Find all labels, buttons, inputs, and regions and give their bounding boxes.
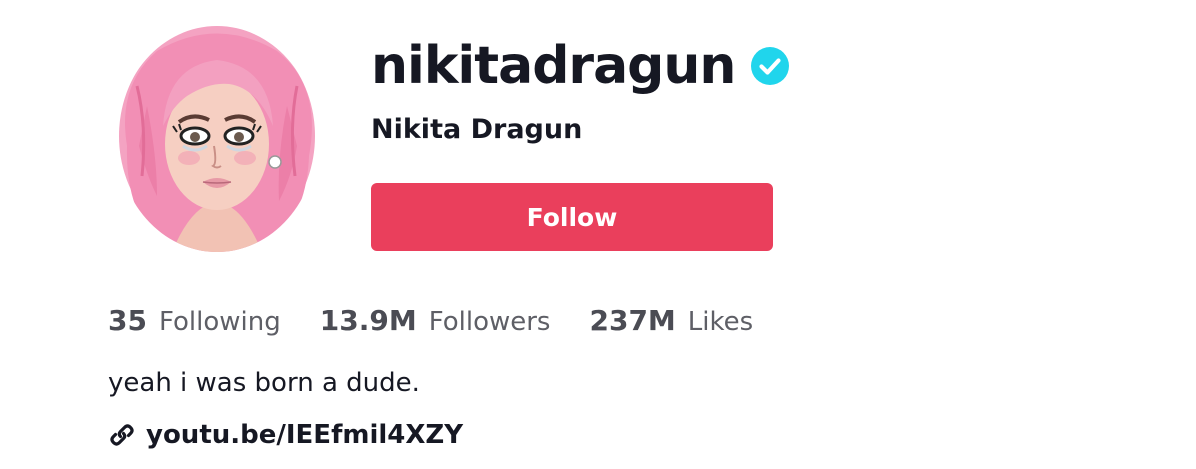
following-count: 35 <box>108 304 147 337</box>
followers-stat[interactable]: 13.9M Followers <box>320 304 551 337</box>
link-text[interactable]: youtu.be/IEEfmil4XZY <box>146 420 463 450</box>
username: nikitadragun <box>371 36 736 96</box>
stats-row: 35 Following 13.9M Followers 237M Likes <box>108 304 753 337</box>
avatar[interactable] <box>117 26 317 252</box>
profile-header: nikitadragun Nikita Dragun Follow 35 Fol… <box>0 0 1196 469</box>
username-row: nikitadragun <box>371 30 790 102</box>
avatar-illustration <box>117 26 317 252</box>
likes-label: Likes <box>687 307 754 337</box>
verified-check-icon <box>751 47 790 85</box>
display-name: Nikita Dragun <box>371 114 583 145</box>
likes-stat: 237M Likes <box>589 304 753 337</box>
likes-count: 237M <box>589 304 676 337</box>
following-label: Following <box>158 307 281 337</box>
following-stat[interactable]: 35 Following <box>108 304 281 337</box>
bio-text: yeah i was born a dude. <box>108 368 420 398</box>
followers-label: Followers <box>428 307 551 337</box>
followers-count: 13.9M <box>319 304 417 337</box>
follow-button[interactable]: Follow <box>371 183 773 251</box>
profile-link[interactable]: youtu.be/IEEfmil4XZY <box>108 420 463 450</box>
link-icon <box>108 421 136 449</box>
